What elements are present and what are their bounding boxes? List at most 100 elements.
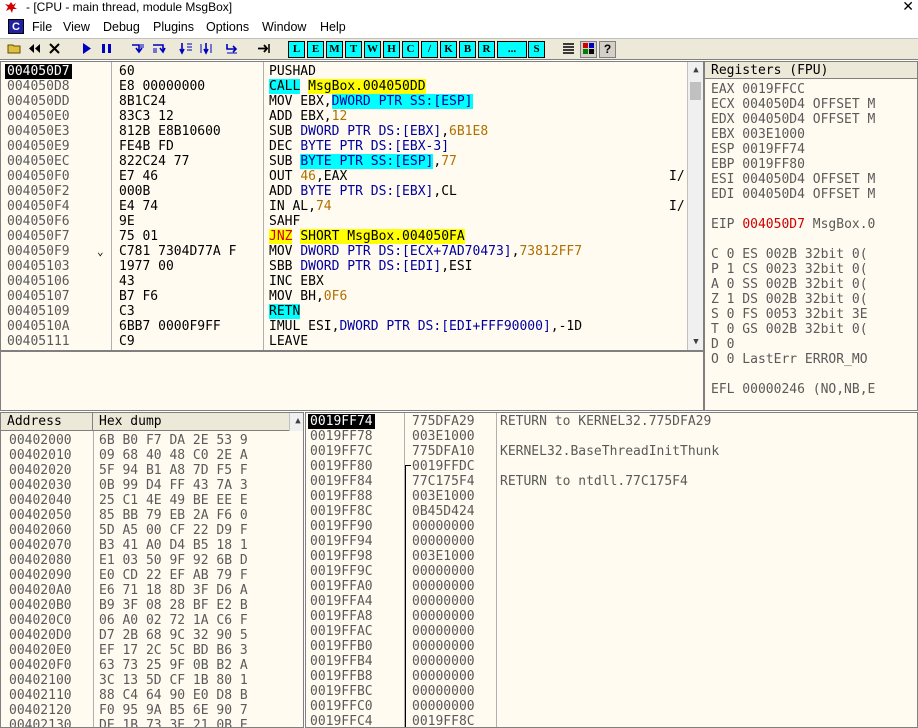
open-icon[interactable] bbox=[6, 41, 23, 58]
stack-row[interactable]: 0019FFA0 00000000 bbox=[306, 579, 906, 594]
cpu-window-icon[interactable]: C bbox=[8, 19, 24, 34]
breakpoints-window-button[interactable]: B bbox=[459, 41, 476, 58]
go-to-icon[interactable] bbox=[256, 41, 273, 58]
stack-row[interactable]: 0019FF80 0019FFDC bbox=[306, 459, 906, 474]
step-over-icon[interactable] bbox=[150, 41, 167, 58]
register-row[interactable]: ESP 0019FF74 bbox=[711, 142, 805, 157]
register-row[interactable]: EDX 004050D4 OFFSET M bbox=[711, 112, 875, 127]
disasm-row[interactable]: 004050F6 9E SAHF bbox=[1, 214, 689, 229]
stack-row[interactable]: 0019FFBC 00000000 bbox=[306, 684, 906, 699]
stack-row[interactable]: 0019FF9C 00000000 bbox=[306, 564, 906, 579]
disasm-row[interactable]: 004050F4 E4 74 IN AL,74 I/ bbox=[1, 199, 689, 214]
patches-window-button[interactable]: / bbox=[421, 41, 438, 58]
scroll-down-icon[interactable]: ▼ bbox=[688, 334, 703, 350]
disasm-row[interactable]: 004050F2 000B ADD BYTE PTR DS:[EBX],CL bbox=[1, 184, 689, 199]
stack-row[interactable]: 0019FF78 003E1000 bbox=[306, 429, 906, 444]
run-icon[interactable] bbox=[78, 41, 95, 58]
dump-address-column-header[interactable]: Address bbox=[1, 413, 93, 431]
stack-row[interactable]: 0019FFB0 00000000 bbox=[306, 639, 906, 654]
register-row[interactable]: A 0 SS 002B 32bit 0( bbox=[711, 277, 868, 292]
disasm-row[interactable]: 004050F0 E7 46 OUT 46,EAX I/ bbox=[1, 169, 689, 184]
memory-dump-pane[interactable]: Address Hex dump 00402000 6B B0 F7 DA 2E … bbox=[0, 412, 304, 728]
register-row[interactable]: EFL 00000246 (NO,NB,E bbox=[711, 382, 875, 397]
stack-row[interactable]: 0019FFC0 00000000 bbox=[306, 699, 906, 714]
execute-till-return-icon[interactable] bbox=[224, 41, 241, 58]
disasm-row[interactable]: 004050E3 812B E8B10600 SUB DWORD PTR DS:[E… bbox=[1, 124, 689, 139]
disassembly-scrollbar[interactable]: ▲ ▼ bbox=[687, 62, 703, 350]
step-into-icon[interactable] bbox=[130, 41, 147, 58]
scroll-up-icon[interactable]: ▲ bbox=[688, 62, 703, 78]
register-row[interactable]: EIP 004050D7 MsgBox.0 bbox=[711, 217, 875, 232]
stack-row[interactable]: 0019FF98 003E1000 bbox=[306, 549, 906, 564]
call-stack-window-button[interactable]: K bbox=[440, 41, 457, 58]
close-program-icon[interactable] bbox=[46, 41, 63, 58]
register-row[interactable]: EBP 0019FF80 bbox=[711, 157, 805, 172]
register-row[interactable]: EDI 004050D4 OFFSET M bbox=[711, 187, 875, 202]
disasm-row[interactable]: 004050E9 FE4B FD DEC BYTE PTR DS:[EBX-3] bbox=[1, 139, 689, 154]
register-row[interactable]: ECX 004050D4 OFFSET M bbox=[711, 97, 875, 112]
animate-over-icon[interactable] bbox=[198, 41, 215, 58]
stack-row[interactable]: 0019FFAC 00000000 bbox=[306, 624, 906, 639]
registers-header[interactable]: Registers (FPU) bbox=[705, 62, 917, 79]
dump-scrollbar[interactable]: ▲ bbox=[289, 413, 303, 431]
source-window-button[interactable]: S bbox=[528, 41, 545, 58]
register-row[interactable]: EAX 0019FFCC bbox=[711, 82, 805, 97]
disasm-row[interactable]: 00405107 B7 F6 MOV BH,0F6 bbox=[1, 289, 689, 304]
disasm-row[interactable]: 004050EC 822C24 77 SUB BYTE PTR SS:[ESP],7… bbox=[1, 154, 689, 169]
stack-row[interactable]: 0019FF94 00000000 bbox=[306, 534, 906, 549]
disassembly-pane[interactable]: 004050D7 60 PUSHAD 004050D8 E8 00000000 CALL … bbox=[0, 61, 704, 351]
stack-row[interactable]: 0019FF74 775DFA29 RETURN to KERNEL32.775DF… bbox=[306, 414, 906, 429]
help-icon[interactable]: ? bbox=[599, 41, 616, 58]
menu-options[interactable]: Options bbox=[206, 19, 249, 35]
disasm-row[interactable]: 004050DD 8B1C24 MOV EBX,DWORD PTR SS:[ESP] bbox=[1, 94, 689, 109]
registers-pane[interactable]: Registers (FPU) EAX 0019FFCC ECX 004050D4… bbox=[704, 61, 918, 411]
log-window-button[interactable]: L bbox=[288, 41, 305, 58]
stack-row[interactable]: 0019FFB8 00000000 bbox=[306, 669, 906, 684]
references-window-button[interactable]: R bbox=[478, 41, 495, 58]
stack-row[interactable]: 0019FFB4 00000000 bbox=[306, 654, 906, 669]
disasm-row[interactable]: 004050E0 83C3 12 ADD EBX,12 bbox=[1, 109, 689, 124]
disasm-row[interactable]: 004050D7 60 PUSHAD bbox=[1, 64, 689, 79]
menu-help[interactable]: Help bbox=[320, 19, 346, 35]
disasm-row[interactable]: 00405111 C9 LEAVE bbox=[1, 334, 689, 349]
appearance-icon[interactable] bbox=[580, 41, 597, 58]
stack-pane[interactable]: 0019FF74 775DFA29 RETURN to KERNEL32.775DF… bbox=[305, 412, 918, 728]
disasm-row[interactable]: 004050F9 ⌄ C781 7304D77A F MOV DWORD PTR DS… bbox=[1, 244, 689, 259]
register-row[interactable]: Z 1 DS 002B 32bit 0( bbox=[711, 292, 868, 307]
stack-row[interactable]: 0019FFC4 0019FF8C bbox=[306, 714, 906, 727]
stack-row[interactable]: 0019FF88 003E1000 bbox=[306, 489, 906, 504]
menu-debug[interactable]: Debug bbox=[103, 19, 140, 35]
disasm-row[interactable]: 0040510A 6BB7 0000F9FF IMUL ESI,DWORD PTR … bbox=[1, 319, 689, 334]
animate-into-icon[interactable] bbox=[178, 41, 195, 58]
stack-row[interactable]: 0019FFA4 00000000 bbox=[306, 594, 906, 609]
handles-window-button[interactable]: H bbox=[383, 41, 400, 58]
threads-window-button[interactable]: T bbox=[345, 41, 362, 58]
run-trace-window-button[interactable]: ... bbox=[497, 41, 527, 58]
register-row[interactable]: ESI 004050D4 OFFSET M bbox=[711, 172, 875, 187]
disasm-row[interactable]: 00405109 C3 RETN bbox=[1, 304, 689, 319]
close-button[interactable]: ✕ bbox=[902, 0, 914, 15]
stack-row[interactable]: 0019FF8C 0B45D424 bbox=[306, 504, 906, 519]
menu-plugins[interactable]: Plugins bbox=[153, 19, 194, 35]
stack-row[interactable]: 0019FF90 00000000 bbox=[306, 519, 906, 534]
register-row[interactable]: O 0 LastErr ERROR_MO bbox=[711, 352, 868, 367]
disasm-row[interactable]: 00405103 1977 00 SBB DWORD PTR DS:[EDI],ES… bbox=[1, 259, 689, 274]
menu-file[interactable]: File bbox=[32, 19, 52, 35]
register-row[interactable]: S 0 FS 0053 32bit 3E bbox=[711, 307, 868, 322]
cpu-window-button[interactable]: C bbox=[402, 41, 419, 58]
register-row[interactable]: P 1 CS 0023 32bit 0( bbox=[711, 262, 868, 277]
modules-window-button[interactable]: E bbox=[307, 41, 324, 58]
menu-view[interactable]: View bbox=[63, 19, 90, 35]
menu-window[interactable]: Window bbox=[262, 19, 306, 35]
register-row[interactable]: D 0 bbox=[711, 337, 734, 352]
pause-icon[interactable] bbox=[98, 41, 115, 58]
scroll-up-icon[interactable]: ▲ bbox=[290, 413, 303, 429]
disasm-row[interactable]: 004050F7 75 01 JNZ SHORT MsgBox.004050FA bbox=[1, 229, 689, 244]
scroll-thumb[interactable] bbox=[690, 82, 701, 100]
restart-icon[interactable] bbox=[26, 41, 43, 58]
disasm-row[interactable]: 004050D8 E8 00000000 CALL MsgBox.004050DD bbox=[1, 79, 689, 94]
register-row[interactable]: EBX 003E1000 bbox=[711, 127, 805, 142]
dump-hex-column-header[interactable]: Hex dump bbox=[93, 413, 293, 431]
register-row[interactable]: C 0 ES 002B 32bit 0( bbox=[711, 247, 868, 262]
stack-row[interactable]: 0019FF84 77C175F4 RETURN to ntdll.77C175F4 bbox=[306, 474, 906, 489]
